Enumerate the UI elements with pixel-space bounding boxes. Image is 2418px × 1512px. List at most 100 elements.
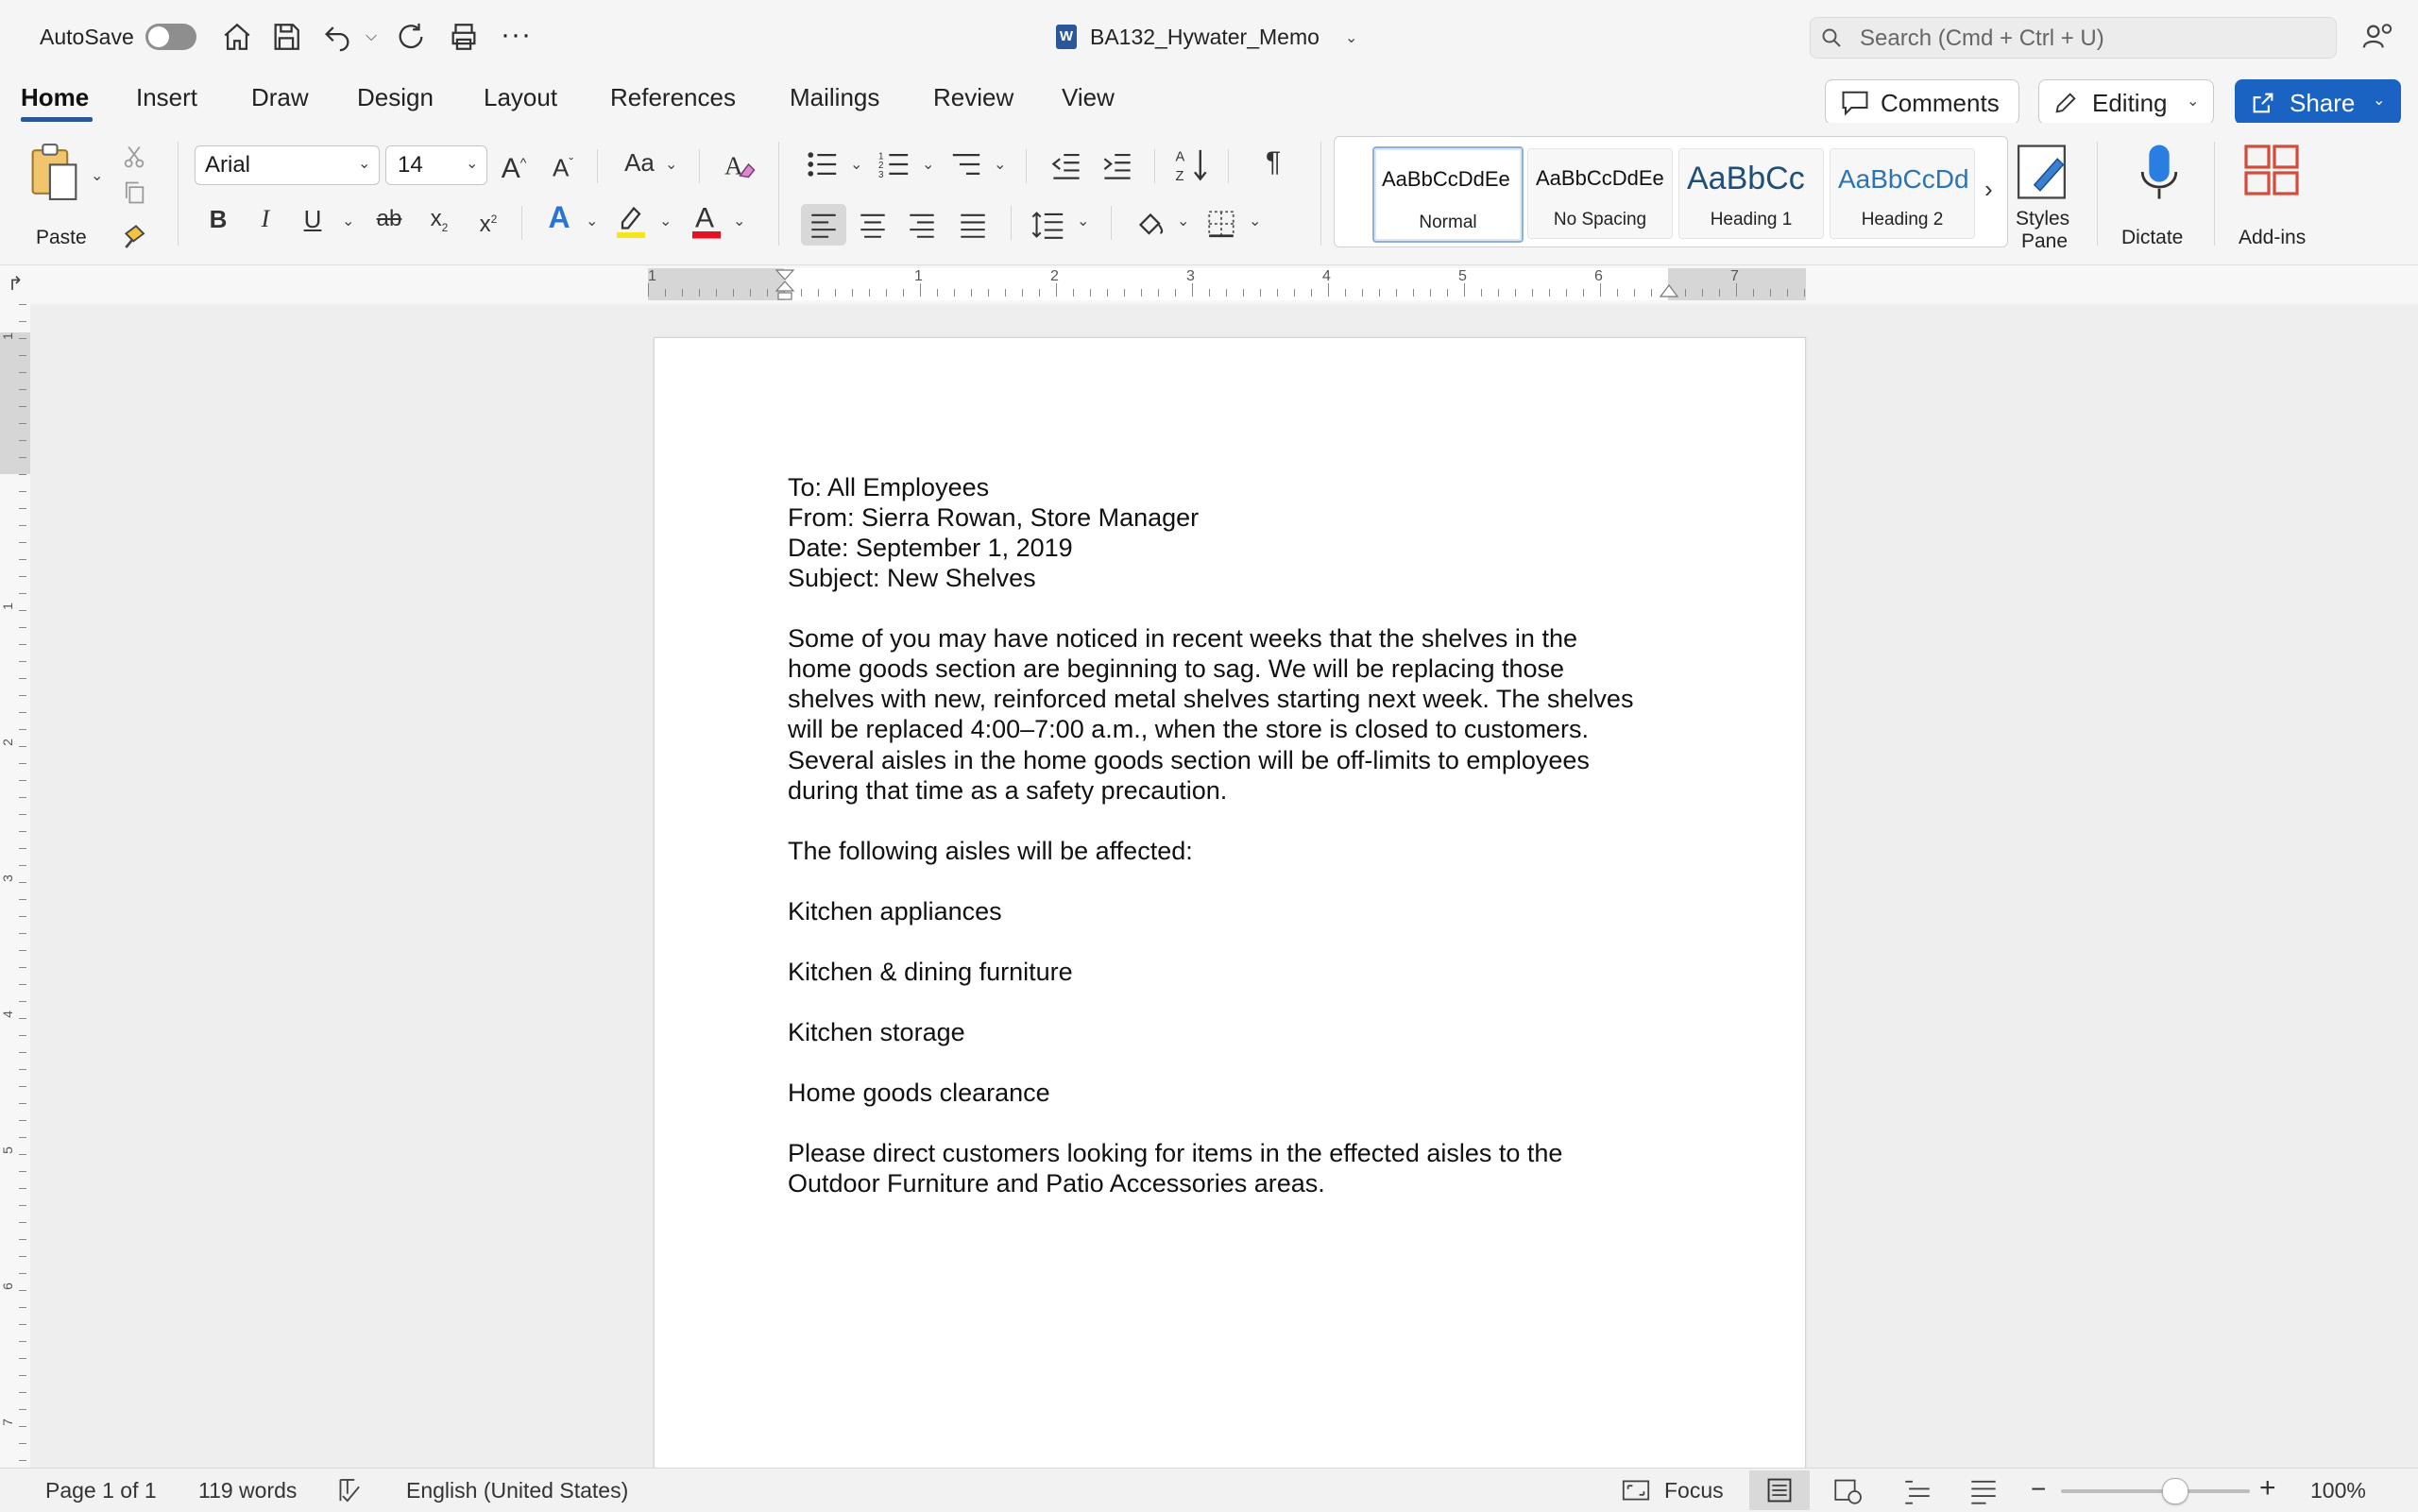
vertical-ruler[interactable]: 1 1 2 3 4 5 6 7 <box>0 304 31 1468</box>
focus-label[interactable]: Focus <box>1664 1478 1724 1504</box>
memo-to-line[interactable]: To: All Employees <box>788 472 989 502</box>
tab-draw[interactable]: Draw <box>251 83 309 112</box>
aisle-item[interactable]: Home goods clearance <box>788 1078 1050 1108</box>
grow-font-icon[interactable]: A^ <box>495 144 533 188</box>
memo-date-line[interactable]: Date: September 1, 2019 <box>788 533 1073 563</box>
line-spacing-dropdown-icon[interactable]: ⌄ <box>1077 212 1089 230</box>
add-ins-button[interactable]: Add-ins <box>2233 142 2318 248</box>
borders-dropdown-icon[interactable]: ⌄ <box>1249 212 1261 230</box>
bullets-icon[interactable] <box>807 149 839 179</box>
strikethrough-icon[interactable]: ab <box>370 200 408 238</box>
styles-more-chevron-icon[interactable]: › <box>1984 175 1993 204</box>
styles-pane-button[interactable]: Styles Pane <box>2006 142 2082 255</box>
tab-insert[interactable]: Insert <box>136 83 197 112</box>
zoom-in-icon[interactable]: + <box>2259 1472 2276 1504</box>
increase-indent-icon[interactable] <box>1101 151 1133 179</box>
aisles-intro-line[interactable]: The following aisles will be affected: <box>788 836 1193 866</box>
line-spacing-icon[interactable] <box>1031 210 1065 240</box>
subscript-icon[interactable]: x2 <box>423 200 455 246</box>
format-painter-icon[interactable] <box>121 221 151 251</box>
align-left-button[interactable] <box>801 204 846 246</box>
body-line[interactable]: will be replaced 4:00–7:00 a.m., when th… <box>788 714 1589 744</box>
print-layout-view-button[interactable] <box>1749 1470 1810 1510</box>
web-layout-icon[interactable] <box>1832 1478 1863 1504</box>
underline-dropdown-icon[interactable]: ⌄ <box>342 212 354 230</box>
comments-button[interactable]: Comments <box>1825 79 2019 125</box>
more-options-icon[interactable]: ··· <box>501 19 532 51</box>
undo-dropdown-icon[interactable]: ⌵ <box>366 28 377 45</box>
change-case-icon[interactable]: Aa <box>616 144 663 181</box>
tab-review[interactable]: Review <box>933 83 1013 112</box>
zoom-slider[interactable] <box>2061 1478 2250 1504</box>
font-size-dropdown[interactable]: 14 ⌄ <box>385 145 487 185</box>
editing-mode-button[interactable]: Editing ⌄ <box>2038 79 2214 125</box>
focus-icon[interactable] <box>1621 1479 1651 1502</box>
paste-button[interactable]: Paste <box>26 142 93 248</box>
text-effects-icon[interactable]: A <box>542 198 576 236</box>
numbering-icon[interactable]: 123 <box>878 149 911 179</box>
print-icon[interactable] <box>448 21 480 53</box>
font-name-dropdown[interactable]: Arial ⌄ <box>195 145 380 185</box>
bold-icon[interactable]: B <box>204 200 232 238</box>
document-page[interactable]: To: All Employees From: Sierra Rowan, St… <box>654 337 1806 1510</box>
zoom-level[interactable]: 100% <box>2310 1478 2366 1504</box>
title-chevron-down-icon[interactable]: ⌄ <box>1345 28 1357 47</box>
memo-from-line[interactable]: From: Sierra Rowan, Store Manager <box>788 502 1199 533</box>
decrease-indent-icon[interactable] <box>1050 151 1082 179</box>
clear-formatting-icon[interactable]: A <box>722 147 756 181</box>
multilevel-list-icon[interactable] <box>950 149 982 179</box>
superscript-icon[interactable]: x2 <box>472 200 504 244</box>
tab-home[interactable]: Home <box>21 83 89 112</box>
word-count[interactable]: 119 words <box>198 1478 297 1504</box>
align-right-icon[interactable] <box>907 212 937 238</box>
document-title[interactable]: BA132_Hywater_Memo <box>1090 25 1320 50</box>
font-color-icon[interactable]: A <box>690 200 724 240</box>
undo-icon[interactable] <box>321 21 353 53</box>
multilevel-dropdown-icon[interactable]: ⌄ <box>994 155 1006 174</box>
style-heading-1[interactable]: AaBbCc Heading 1 <box>1678 148 1824 239</box>
align-center-icon[interactable] <box>858 212 888 238</box>
aisle-item[interactable]: Kitchen storage <box>788 1017 965 1047</box>
save-icon[interactable] <box>270 21 302 53</box>
paste-dropdown-icon[interactable]: ⌄ <box>91 166 103 185</box>
body-line[interactable]: Some of you may have noticed in recent w… <box>788 623 1577 654</box>
tab-layout[interactable]: Layout <box>484 83 557 112</box>
body-line[interactable]: during that time as a safety precaution. <box>788 775 1227 806</box>
body-line[interactable]: Several aisles in the home goods section… <box>788 745 1590 775</box>
page-count[interactable]: Page 1 of 1 <box>45 1478 157 1504</box>
zoom-out-icon[interactable]: − <box>2031 1474 2046 1504</box>
memo-subject-line[interactable]: Subject: New Shelves <box>788 563 1036 593</box>
style-heading-2[interactable]: AaBbCcDd Heading 2 <box>1830 148 1975 239</box>
justify-icon[interactable] <box>958 212 988 238</box>
highlight-icon[interactable] <box>614 202 648 240</box>
bullets-dropdown-icon[interactable]: ⌄ <box>850 155 862 174</box>
tab-view[interactable]: View <box>1062 83 1115 112</box>
underline-icon[interactable]: U <box>298 200 327 238</box>
shading-dropdown-icon[interactable]: ⌄ <box>1177 212 1189 230</box>
tab-references[interactable]: References <box>610 83 736 112</box>
closing-line[interactable]: Outdoor Furniture and Patio Accessories … <box>788 1168 1325 1198</box>
sort-icon[interactable]: AZ <box>1175 147 1209 183</box>
tab-mailings[interactable]: Mailings <box>790 83 879 112</box>
account-settings-icon[interactable] <box>2361 21 2393 53</box>
numbering-dropdown-icon[interactable]: ⌄ <box>922 155 934 174</box>
shading-icon[interactable] <box>1133 208 1167 242</box>
text-effects-dropdown-icon[interactable]: ⌄ <box>586 212 598 230</box>
right-indent-marker-icon[interactable] <box>1659 278 1679 298</box>
style-normal[interactable]: AaBbCcDdEe Normal <box>1372 146 1524 243</box>
cut-icon[interactable] <box>121 144 147 170</box>
shrink-font-icon[interactable]: Aˇ <box>544 144 582 187</box>
change-case-dropdown-icon[interactable]: ⌄ <box>665 155 677 174</box>
aisle-item[interactable]: Kitchen appliances <box>788 896 1002 926</box>
font-color-dropdown-icon[interactable]: ⌄ <box>733 212 745 230</box>
tab-design[interactable]: Design <box>357 83 434 112</box>
copy-icon[interactable] <box>121 179 147 206</box>
zoom-slider-thumb[interactable] <box>2162 1478 2189 1504</box>
proofing-icon[interactable] <box>338 1477 368 1504</box>
outline-view-icon[interactable] <box>1902 1478 1933 1504</box>
borders-icon[interactable] <box>1205 208 1237 240</box>
style-no-spacing[interactable]: AaBbCcDdEe No Spacing <box>1527 148 1673 239</box>
body-line[interactable]: home goods section are beginning to sag.… <box>788 654 1564 684</box>
horizontal-ruler[interactable]: ↱ 1 1 2 3 4 5 6 7 <box>0 266 2418 305</box>
tab-stop-selector-icon[interactable]: ↱ <box>8 272 24 296</box>
